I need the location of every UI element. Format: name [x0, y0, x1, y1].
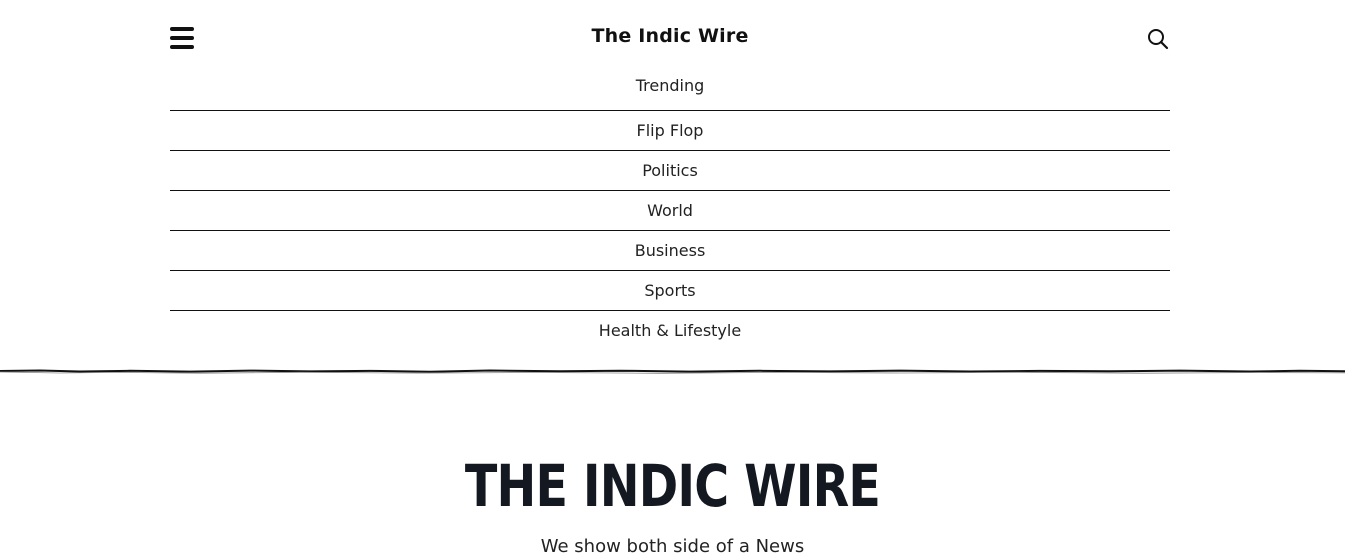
- main-navigation: Trending Flip Flop Politics World Busine…: [170, 66, 1170, 351]
- site-header: The Indic Wire: [170, 18, 1170, 58]
- site-title[interactable]: The Indic Wire: [170, 25, 1170, 47]
- nav-item-politics[interactable]: Politics: [170, 151, 1170, 191]
- page: The Indic Wire Trending Flip Flop Politi…: [0, 0, 1345, 556]
- nav-item-flip-flop[interactable]: Flip Flop: [170, 111, 1170, 151]
- brand-tagline: We show both side of a News: [540, 536, 805, 556]
- nav-item-health-lifestyle[interactable]: Health & Lifestyle: [170, 311, 1170, 351]
- search-icon[interactable]: [1146, 27, 1170, 51]
- nav-item-trending[interactable]: Trending: [170, 66, 1170, 111]
- brand-logo: THE INDIC WIRE: [464, 452, 881, 520]
- nav-item-business[interactable]: Business: [170, 231, 1170, 271]
- nav-item-world[interactable]: World: [170, 191, 1170, 231]
- torn-paper-divider: [0, 369, 1345, 374]
- nav-item-sports[interactable]: Sports: [170, 271, 1170, 311]
